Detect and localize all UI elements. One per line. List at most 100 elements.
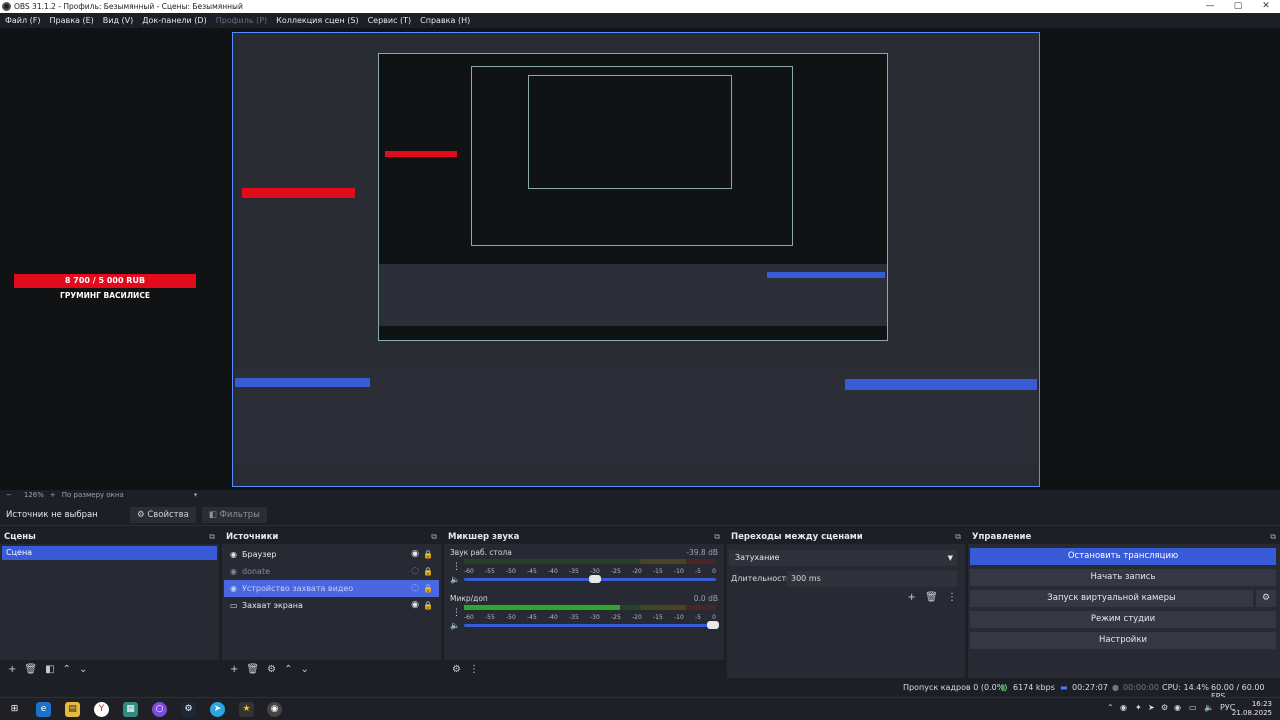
filters-button[interactable]: ◧ Фильтры bbox=[201, 506, 267, 523]
transition-select[interactable]: Затухание ▼ bbox=[729, 550, 957, 566]
source-item[interactable]: ◉ Устройство захвата видео ◌ 🔒 bbox=[224, 580, 439, 597]
move-down-button[interactable]: ⌄ bbox=[79, 664, 87, 675]
telegram-icon[interactable]: ➤ bbox=[210, 702, 225, 717]
lock-icon[interactable]: 🔒 bbox=[423, 597, 433, 614]
lock-icon[interactable]: 🔒 bbox=[423, 580, 433, 597]
meter-tick: 0 bbox=[712, 614, 716, 621]
sources-header: Источники ⧉ bbox=[222, 530, 441, 544]
menu-item[interactable]: Файл (F) bbox=[5, 16, 41, 25]
channel-menu-icon[interactable]: ⋮ bbox=[452, 608, 461, 618]
move-up-button[interactable]: ⌃ bbox=[284, 664, 292, 675]
menu-bar: Файл (F) Правка (E) Вид (V) Док-панели (D) П… bbox=[0, 13, 1280, 28]
meter-tick: -55 bbox=[485, 614, 495, 621]
transition-menu-button[interactable]: ⋮ bbox=[947, 592, 957, 603]
scene-filters-button[interactable]: ◧ bbox=[45, 664, 54, 675]
move-down-button[interactable]: ⌄ bbox=[300, 664, 308, 675]
channel-menu-icon[interactable]: ⋮ bbox=[452, 562, 461, 572]
source-item[interactable]: ◉ Браузер ◉ 🔒 bbox=[224, 546, 439, 563]
menu-item[interactable]: Док-панели (D) bbox=[142, 16, 206, 25]
visibility-eye-icon[interactable]: ◉ bbox=[411, 597, 419, 614]
circle-app-icon[interactable]: ○ bbox=[152, 702, 167, 717]
lock-icon[interactable]: 🔒 bbox=[423, 563, 433, 580]
volume-slider-knob[interactable] bbox=[589, 575, 602, 583]
visibility-eye-icon[interactable]: ◌ bbox=[411, 563, 419, 580]
undock-icon[interactable]: ⧉ bbox=[714, 530, 720, 544]
duration-input[interactable]: 300 ms bbox=[787, 571, 957, 587]
scenes-dock: Сцены ⧉ Сцена + 🗑 ◧ ⌃ ⌄ bbox=[0, 530, 219, 678]
zoom-out-button[interactable]: − bbox=[6, 491, 12, 499]
edge-icon[interactable]: e bbox=[36, 702, 51, 717]
level-meter bbox=[464, 559, 716, 564]
maximize-button[interactable]: ▢ bbox=[1224, 0, 1252, 13]
tray-star-icon[interactable]: ✦ bbox=[1135, 703, 1142, 712]
source-item[interactable]: ▭ Захват экрана ◉ 🔒 bbox=[224, 597, 439, 614]
yandex-browser-icon[interactable]: Y bbox=[94, 702, 109, 717]
zoom-in-button[interactable]: + bbox=[50, 491, 56, 499]
add-transition-button[interactable]: + bbox=[908, 592, 916, 603]
live-icon: ▬ bbox=[1060, 683, 1068, 692]
start-virtual-camera-button[interactable]: Запуск виртуальной камеры bbox=[970, 590, 1253, 607]
meter-tick: -55 bbox=[485, 568, 495, 575]
menu-item[interactable]: Сервис (T) bbox=[368, 16, 412, 25]
tray-app-icon[interactable]: ◉ bbox=[1120, 703, 1127, 712]
stop-streaming-button[interactable]: Остановить трансляцию bbox=[970, 548, 1276, 565]
menu-item[interactable]: Справка (H) bbox=[420, 16, 470, 25]
mixer-menu-button[interactable]: ⋮ bbox=[469, 664, 479, 675]
menu-item[interactable]: Коллекция сцен (S) bbox=[276, 16, 358, 25]
tray-telegram-icon[interactable]: ➤ bbox=[1148, 703, 1155, 712]
menu-item[interactable]: Вид (V) bbox=[103, 16, 133, 25]
virtual-camera-row: Запуск виртуальной камеры ⚙ bbox=[970, 590, 1276, 607]
chevron-down-icon[interactable]: ▾ bbox=[194, 491, 198, 499]
meter-tick: -50 bbox=[506, 568, 516, 575]
volume-icon[interactable]: 🔈 bbox=[1204, 703, 1214, 712]
remove-source-button[interactable]: 🗑 bbox=[246, 664, 259, 675]
volume-slider[interactable] bbox=[464, 621, 720, 629]
meter-tick: -60 bbox=[464, 568, 474, 575]
menu-item[interactable]: Правка (E) bbox=[50, 16, 94, 25]
undock-icon[interactable]: ⧉ bbox=[1270, 530, 1276, 544]
remove-transition-button[interactable]: 🗑 bbox=[925, 592, 938, 603]
undock-icon[interactable]: ⧉ bbox=[431, 530, 437, 544]
settings-button[interactable]: Настройки bbox=[970, 632, 1276, 649]
source-item[interactable]: ◉ donate ◌ 🔒 bbox=[224, 563, 439, 580]
steam-icon[interactable]: ⚙ bbox=[181, 702, 196, 717]
network-icon[interactable]: ▭ bbox=[1189, 703, 1197, 712]
obs-taskbar-icon[interactable]: ◉ bbox=[267, 702, 282, 717]
window-title: OBS 31.1.2 - Профиль: Безымянный - Сцены… bbox=[14, 2, 243, 11]
tray-obs-icon[interactable]: ◉ bbox=[1174, 703, 1181, 712]
zoom-fit-select[interactable]: По размеру окна bbox=[62, 491, 124, 499]
tray-chevron-icon[interactable]: ⌃ bbox=[1107, 703, 1114, 712]
speaker-icon[interactable]: 🔈 bbox=[450, 575, 460, 584]
move-up-button[interactable]: ⌃ bbox=[63, 664, 71, 675]
windows-start-icon[interactable]: ⊞ bbox=[7, 702, 22, 717]
minimize-button[interactable]: — bbox=[1196, 0, 1224, 13]
start-recording-button[interactable]: Начать запись bbox=[970, 569, 1276, 586]
menu-item[interactable]: Профиль (P) bbox=[216, 16, 267, 25]
studio-mode-button[interactable]: Режим студии bbox=[970, 611, 1276, 628]
visibility-eye-icon[interactable]: ◌ bbox=[411, 580, 419, 597]
advanced-audio-button[interactable]: ⚙ bbox=[452, 664, 461, 675]
mixer-channel: Звук раб. стола -39.8 dB ⋮ -60 -55 -50 -45 -40-… bbox=[446, 546, 722, 592]
lock-icon[interactable]: 🔒 bbox=[423, 546, 433, 563]
undock-icon[interactable]: ⧉ bbox=[209, 530, 215, 544]
visibility-eye-icon[interactable]: ◉ bbox=[411, 546, 419, 563]
remove-scene-button[interactable]: 🗑 bbox=[24, 664, 37, 675]
clock[interactable]: 16:23 21.08.2025 bbox=[1232, 700, 1272, 718]
volume-slider-knob[interactable] bbox=[707, 621, 720, 629]
source-properties-button[interactable]: ⚙ bbox=[267, 664, 276, 675]
folder-icon[interactable]: ▤ bbox=[65, 702, 80, 717]
properties-button[interactable]: ⚙ Свойства bbox=[130, 506, 196, 523]
add-scene-button[interactable]: + bbox=[8, 664, 16, 675]
add-source-button[interactable]: + bbox=[230, 664, 238, 675]
close-button[interactable]: ✕ bbox=[1252, 0, 1280, 13]
scene-item[interactable]: Сцена bbox=[2, 546, 217, 560]
gear-icon[interactable]: ⚙ bbox=[1256, 590, 1276, 607]
speaker-icon[interactable]: 🔈 bbox=[450, 621, 460, 630]
preview-canvas[interactable] bbox=[232, 32, 1040, 487]
tray-steam-icon[interactable]: ⚙ bbox=[1161, 703, 1168, 712]
volume-slider[interactable] bbox=[464, 575, 716, 583]
undock-icon[interactable]: ⧉ bbox=[955, 530, 961, 544]
transition-selected: Затухание bbox=[735, 553, 780, 562]
starfall-icon[interactable]: ★ bbox=[239, 702, 254, 717]
app-icon[interactable]: ▦ bbox=[123, 702, 138, 717]
